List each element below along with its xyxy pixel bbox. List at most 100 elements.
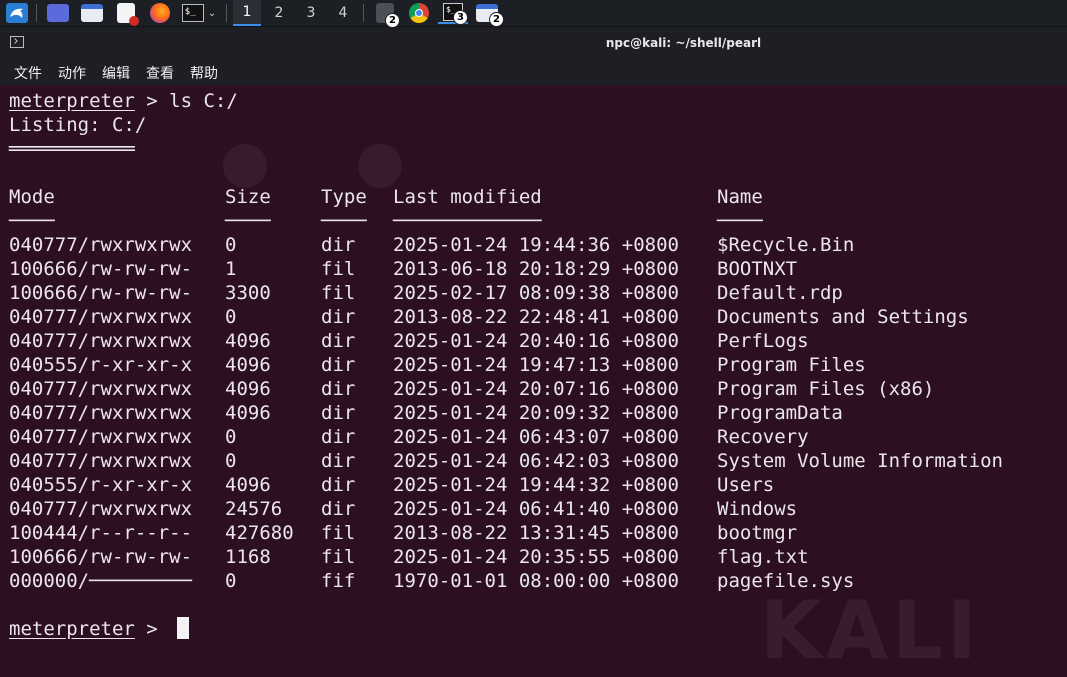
final-prompt-suffix: > — [134, 618, 170, 640]
menu-view[interactable]: 查看 — [146, 63, 174, 83]
menu-help[interactable]: 帮助 — [190, 63, 218, 83]
row-type: dir — [321, 426, 356, 448]
row-type: dir — [321, 378, 356, 400]
terminal-window-button[interactable]: $_ 3 — [438, 2, 468, 25]
terminal-window-count-badge: 3 — [453, 10, 468, 25]
row-size: 4096 — [225, 402, 271, 424]
row-name: ProgramData — [717, 402, 843, 424]
row-type: fil — [321, 258, 356, 280]
row-mode: 000000/───────── — [9, 570, 193, 592]
terminal-output[interactable]: KALI meterpreter > ls C:/ Listing: C:/ ═… — [0, 86, 1067, 677]
row-type: dir — [321, 498, 356, 520]
row-size: 4096 — [225, 474, 271, 496]
row-modified: 2025-01-24 20:40:16 +0800 — [393, 330, 679, 352]
explorer-window-button[interactable]: 2 — [474, 2, 504, 27]
row-size: 1168 — [225, 546, 271, 568]
row-name: Default.rdp — [717, 282, 843, 304]
row-type: dir — [321, 306, 356, 328]
terminal-cursor[interactable] — [177, 617, 189, 639]
row-name: $Recycle.Bin — [717, 234, 855, 256]
firefox-icon[interactable] — [148, 2, 172, 24]
chevron-down-icon[interactable]: ⌄ — [208, 8, 216, 19]
row-mode: 100666/rw-rw-rw- — [9, 258, 193, 280]
row-name: Program Files — [717, 354, 866, 376]
show-desktop-icon[interactable] — [46, 2, 70, 24]
kali-menu-icon[interactable] — [4, 2, 30, 24]
row-modified: 2025-02-17 08:09:38 +0800 — [393, 282, 679, 304]
row-modified: 2025-01-24 19:44:36 +0800 — [393, 234, 679, 256]
workspace-3[interactable]: 3 — [297, 0, 325, 26]
workspace-1[interactable]: 1 — [233, 0, 261, 26]
row-mode: 040777/rwxrwxrwx — [9, 402, 193, 424]
row-type: dir — [321, 330, 356, 352]
row-modified: 2025-01-24 20:35:55 +0800 — [393, 546, 679, 568]
row-type: fil — [321, 282, 356, 304]
workspace-4[interactable]: 4 — [329, 0, 357, 26]
row-modified: 2025-01-24 06:41:40 +0800 — [393, 498, 679, 520]
row-size: 1 — [225, 258, 237, 280]
command-text: > ls C:/ — [134, 90, 238, 112]
row-type: fif — [321, 570, 356, 592]
row-name: BOOTNXT — [717, 258, 798, 280]
window-titlebar[interactable]: npc@kali: ~/shell/pearl — [0, 27, 1067, 59]
row-type: fil — [321, 546, 356, 568]
row-size: 0 — [225, 450, 237, 472]
row-size: 4096 — [225, 378, 271, 400]
row-mode: 040777/rwxrwxrwx — [9, 330, 193, 352]
row-mode: 100666/rw-rw-rw- — [9, 282, 193, 304]
row-size: 0 — [225, 306, 237, 328]
row-modified: 2025-01-24 19:44:32 +0800 — [393, 474, 679, 496]
column-underline-mode: ──── — [9, 210, 55, 232]
row-type: dir — [321, 354, 356, 376]
row-type: fil — [321, 522, 356, 544]
listing-header: Listing: C:/ — [9, 114, 147, 136]
row-name: Program Files (x86) — [717, 378, 935, 400]
row-modified: 2025-01-24 20:09:32 +0800 — [393, 402, 679, 424]
row-size: 3300 — [225, 282, 271, 304]
file-manager-icon[interactable] — [80, 2, 104, 24]
row-name: bootmgr — [717, 522, 798, 544]
row-modified: 2013-08-22 22:48:41 +0800 — [393, 306, 679, 328]
row-mode: 040777/rwxrwxrwx — [9, 306, 193, 328]
row-size: 0 — [225, 234, 237, 256]
row-name: Recovery — [717, 426, 809, 448]
column-underline-modified: ───────────── — [393, 210, 542, 232]
row-name: Users — [717, 474, 775, 496]
menu-action[interactable]: 动作 — [58, 63, 86, 83]
final-prompt-label: meterpreter — [9, 618, 135, 640]
row-mode: 040777/rwxrwxrwx — [9, 498, 193, 520]
row-modified: 1970-01-01 08:00:00 +0800 — [393, 570, 679, 592]
menu-file[interactable]: 文件 — [14, 63, 42, 83]
row-mode: 040555/r-xr-xr-x — [9, 474, 193, 496]
row-name: System Volume Information — [717, 450, 1003, 472]
column-underline-size: ──── — [225, 210, 271, 232]
files-window-button[interactable]: 2 — [372, 2, 400, 28]
prompt-label: meterpreter — [9, 90, 135, 112]
menu-bar: 文件 动作 编辑 查看 帮助 — [0, 59, 1067, 85]
text-editor-icon[interactable] — [114, 2, 139, 26]
final-prompt-line: meterpreter > — [9, 617, 169, 641]
column-underline-type: ──── — [321, 210, 367, 232]
row-type: dir — [321, 234, 356, 256]
terminal-launcher-icon[interactable]: $_ ⌄ — [178, 2, 220, 24]
row-name: pagefile.sys — [717, 570, 855, 592]
row-size: 4096 — [225, 354, 271, 376]
command-line: meterpreter > ls C:/ — [9, 89, 238, 113]
row-name: Documents and Settings — [717, 306, 969, 328]
chrome-window-button[interactable] — [406, 2, 432, 24]
row-size: 427680 — [225, 522, 294, 544]
row-type: dir — [321, 402, 356, 424]
row-size: 0 — [225, 426, 237, 448]
row-mode: 040555/r-xr-xr-x — [9, 354, 193, 376]
explorer-window-count-badge: 2 — [489, 12, 504, 27]
workspace-2[interactable]: 2 — [265, 0, 293, 26]
menu-edit[interactable]: 编辑 — [102, 63, 130, 83]
row-mode: 040777/rwxrwxrwx — [9, 378, 193, 400]
window-title: npc@kali: ~/shell/pearl — [605, 36, 762, 50]
row-name: Windows — [717, 498, 798, 520]
row-mode: 040777/rwxrwxrwx — [9, 426, 193, 448]
row-name: flag.txt — [717, 546, 809, 568]
row-modified: 2013-08-22 13:31:45 +0800 — [393, 522, 679, 544]
row-mode: 040777/rwxrwxrwx — [9, 234, 193, 256]
row-modified: 2025-01-24 20:07:16 +0800 — [393, 378, 679, 400]
